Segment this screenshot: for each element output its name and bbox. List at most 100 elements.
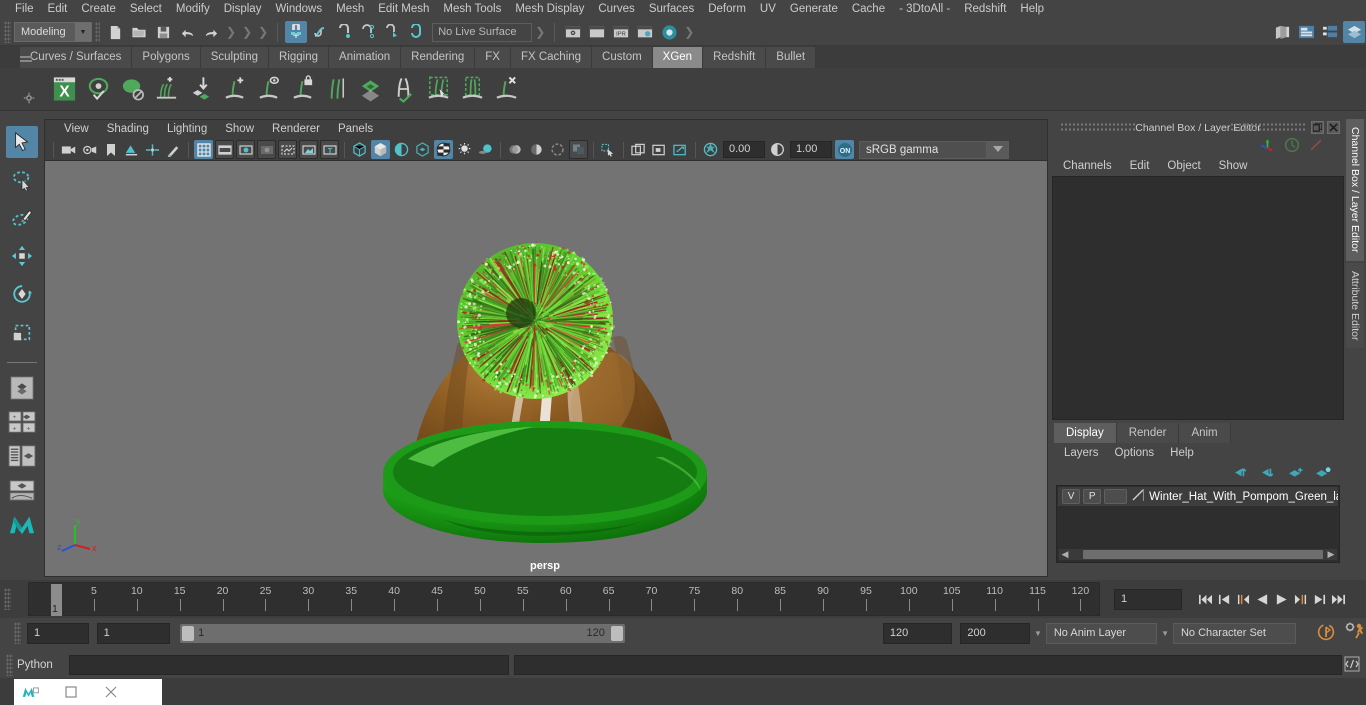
image-plane-icon[interactable] [122, 140, 141, 159]
layer-visibility-toggle[interactable]: V [1062, 489, 1081, 504]
shelf-tab-rigging[interactable]: Rigging [269, 47, 330, 68]
layer-tab-display[interactable]: Display [1054, 423, 1117, 443]
two-d-pan-zoom-icon[interactable] [143, 140, 162, 159]
safe-action-icon[interactable] [299, 140, 318, 159]
shelf-tab-polygons[interactable]: Polygons [132, 47, 201, 68]
menu-item-mesh-tools[interactable]: Mesh Tools [436, 0, 508, 19]
layer-playback-toggle[interactable]: P [1083, 489, 1102, 504]
command-result-field[interactable] [514, 655, 1342, 675]
viewport-menu-panels[interactable]: Panels [329, 120, 382, 139]
scale-tool[interactable] [6, 316, 38, 348]
maya-logo-icon[interactable] [5, 509, 39, 539]
rotate-tool[interactable] [6, 278, 38, 310]
menu-item-display[interactable]: Display [217, 0, 269, 19]
xgen-duplicate-guide-icon[interactable] [320, 72, 352, 106]
view-transform-toggle-icon[interactable]: ON [835, 140, 854, 159]
collapse-arrow-icon[interactable]: ❯ [226, 25, 236, 39]
play-backwards-icon[interactable] [1254, 588, 1271, 610]
menu-item-deform[interactable]: Deform [701, 0, 753, 19]
show-hide-modeling-panel-icon[interactable] [1271, 21, 1293, 43]
viewport-menu-view[interactable]: View [55, 120, 98, 139]
live-surface-field[interactable]: No Live Surface [432, 22, 533, 42]
menu-item-mesh[interactable]: Mesh [329, 0, 371, 19]
create-layer-from-selected-icon[interactable] [1315, 466, 1332, 482]
channel-box-menu-object[interactable]: Object [1158, 160, 1209, 172]
menu-item-cache[interactable]: Cache [845, 0, 892, 19]
anim-layer-field[interactable]: No Anim Layer [1045, 622, 1158, 644]
save-scene-icon[interactable] [152, 21, 174, 43]
duplicate-panel-icon[interactable] [629, 140, 648, 159]
shelf-tab-animation[interactable]: Animation [329, 47, 402, 68]
chevron-down-icon[interactable] [987, 140, 1009, 159]
step-forward-keyframe-icon[interactable] [1311, 588, 1328, 610]
xgen-select-guide-icon[interactable] [252, 72, 284, 106]
render-view-icon[interactable] [562, 21, 584, 43]
move-layer-up-icon[interactable] [1234, 466, 1251, 482]
open-scene-icon[interactable] [128, 21, 150, 43]
render-settings-icon[interactable] [634, 21, 656, 43]
shaded-wireframe-icon[interactable] [392, 140, 411, 159]
channel-box-list[interactable] [1052, 176, 1344, 420]
snap-to-point-icon[interactable] [333, 21, 355, 43]
xgen-editor-icon[interactable]: X [48, 72, 80, 106]
close-window-icon[interactable] [102, 683, 120, 701]
range-start-handle[interactable] [182, 625, 195, 641]
shelf-tab-fx[interactable]: FX [475, 47, 511, 68]
snap-to-projected-center-icon[interactable] [357, 21, 379, 43]
safe-title-icon[interactable]: T [320, 140, 339, 159]
smooth-shade-all-icon[interactable] [371, 140, 390, 159]
grid-toggle-icon[interactable] [194, 140, 213, 159]
shelf-tab-redshift[interactable]: Redshift [703, 47, 767, 68]
show-hide-tool-settings-icon[interactable] [1319, 21, 1341, 43]
menu-set-selector[interactable]: Modeling ▼ [14, 22, 92, 42]
viewport-menu-lighting[interactable]: Lighting [158, 120, 216, 139]
range-slider-grip[interactable] [14, 622, 21, 644]
lasso-select-tool[interactable] [6, 164, 38, 196]
grease-pencil-icon[interactable] [164, 140, 183, 159]
depth-of-field-icon[interactable] [527, 140, 546, 159]
channel-key-icon[interactable] [1308, 137, 1324, 156]
anim-end-field[interactable]: 200 [960, 622, 1030, 644]
go-to-start-icon[interactable] [1197, 588, 1214, 610]
xgen-guide-region-icon[interactable] [422, 72, 454, 106]
undo-icon[interactable] [176, 21, 198, 43]
step-back-frame-icon[interactable] [1235, 588, 1252, 610]
xgen-groom-tool-icon[interactable] [388, 72, 420, 106]
step-forward-frame-icon[interactable] [1292, 588, 1309, 610]
paint-select-tool[interactable] [6, 202, 38, 234]
panel-grip[interactable] [1060, 122, 1136, 133]
outliner-persp-layout-icon[interactable] [5, 441, 39, 471]
maya-app-icon[interactable] [22, 683, 40, 701]
shelf-tab-custom[interactable]: Custom [592, 47, 653, 68]
animation-preferences-icon[interactable] [1344, 622, 1366, 644]
persp-graph-layout-icon[interactable] [5, 475, 39, 505]
axis-orientation-icon[interactable] [1259, 137, 1276, 155]
layer-menu-help[interactable]: Help [1162, 447, 1202, 459]
close-icon[interactable] [1327, 121, 1340, 134]
redo-icon[interactable] [200, 21, 222, 43]
menu-item-select[interactable]: Select [123, 0, 169, 19]
xgen-add-description-icon[interactable] [150, 72, 182, 106]
restore-window-icon[interactable] [62, 683, 80, 701]
panel-grip[interactable] [1230, 122, 1306, 133]
menu-item-curves[interactable]: Curves [591, 0, 641, 19]
hypershade-icon[interactable] [658, 21, 680, 43]
range-start-field[interactable]: 1 [96, 622, 171, 644]
xray-joints-icon[interactable] [599, 140, 618, 159]
time-slider-grip[interactable] [4, 588, 11, 610]
shelf-options-icon[interactable] [18, 78, 40, 118]
collapse-arrow-icon[interactable]: ❯ [684, 25, 694, 39]
xgen-delete-guide-icon[interactable] [490, 72, 522, 106]
snap-to-curve-icon[interactable] [309, 21, 331, 43]
channel-speed-icon[interactable] [1284, 137, 1300, 156]
play-forwards-icon[interactable] [1273, 588, 1290, 610]
command-language-label[interactable]: Python [17, 659, 69, 671]
3d-viewport[interactable]: persp persp y z x [45, 161, 1047, 576]
xgen-preview-off-icon[interactable] [116, 72, 148, 106]
channel-box-menu-channels[interactable]: Channels [1054, 160, 1121, 172]
shelf-tab-bullet[interactable]: Bullet [766, 47, 817, 68]
menu-item-modify[interactable]: Modify [169, 0, 217, 19]
table-row[interactable]: V P Winter_Hat_With_Pompom_Green_lay [1058, 487, 1338, 506]
range-end-field[interactable]: 120 [882, 622, 953, 644]
menu-item-file[interactable]: File [8, 0, 41, 19]
